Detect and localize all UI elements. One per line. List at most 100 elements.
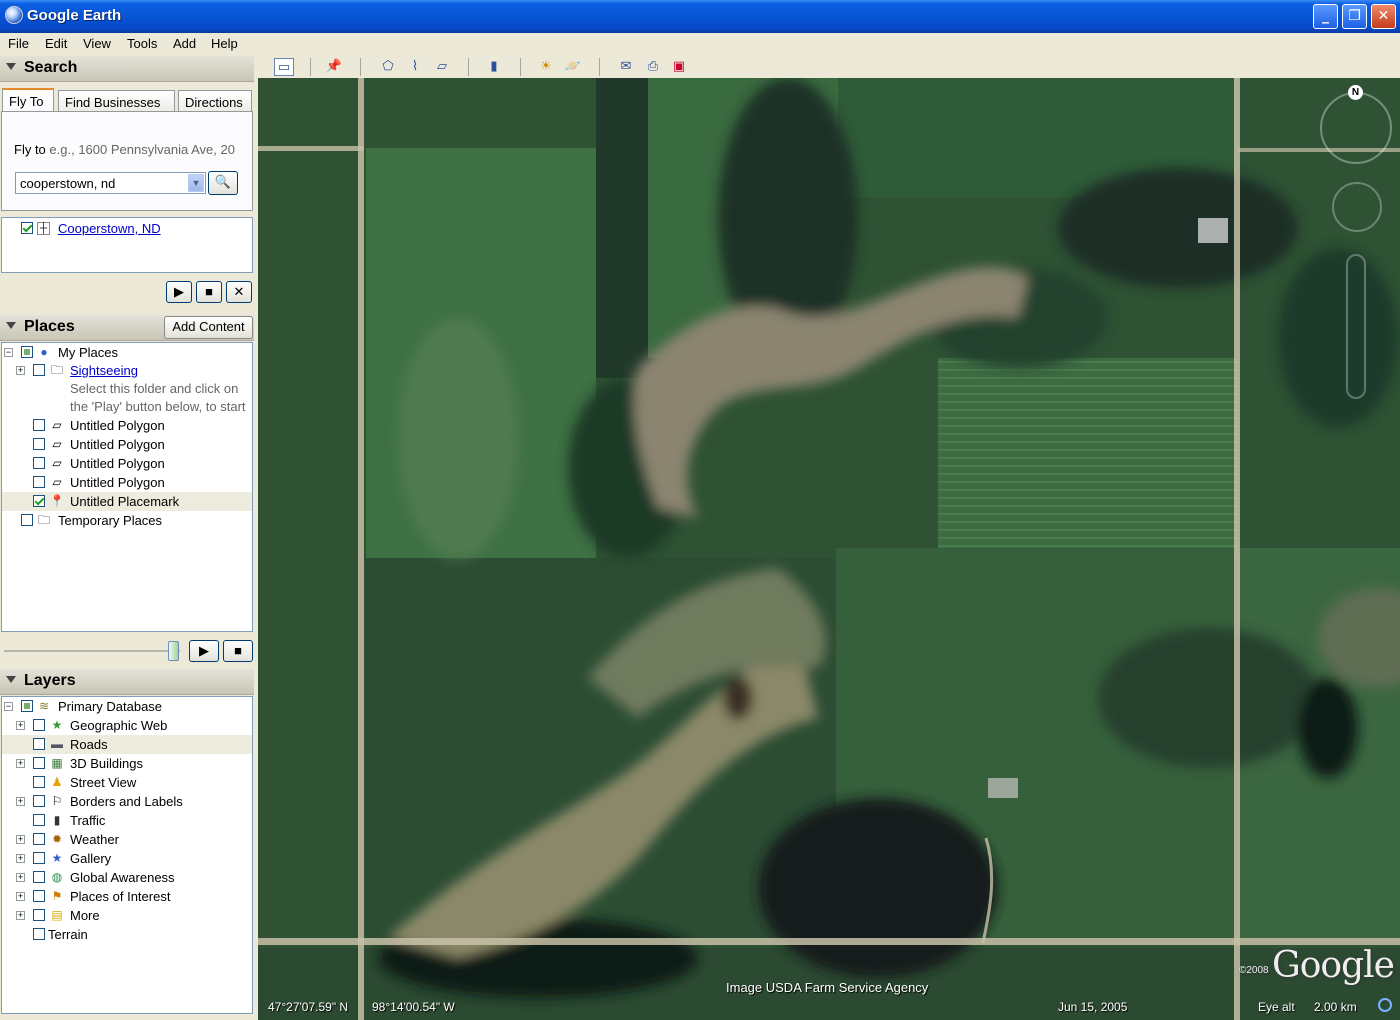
play-button[interactable]: ▶ [166,281,192,303]
sidebar-icon[interactable]: ▭ [274,58,294,76]
list-item[interactable]: 🗀 Temporary Places [2,511,252,530]
maximize-button[interactable]: ❐ [1342,4,1367,29]
list-item[interactable]: + ⚐ Borders and Labels [2,792,252,811]
email-icon[interactable]: ✉ [616,58,636,76]
list-item[interactable]: ┼ Cooperstown, ND [2,219,252,238]
pegman-icon: ♟ [51,775,63,789]
list-item[interactable]: + ▤ More [2,906,252,925]
polygon-icon[interactable]: ⬠ [378,58,398,76]
list-item[interactable]: + ✹ Weather [2,830,252,849]
search-icon: 🔍 [214,174,232,189]
placemark-icon[interactable]: 📌 [324,58,344,76]
compass-ring[interactable] [1320,92,1392,164]
add-content-button[interactable]: Add Content [164,316,253,339]
list-item[interactable]: 📍 Untitled Placemark [2,492,252,511]
tour-play-button[interactable]: ▶ [189,640,219,662]
folder-icon: 🗀 [50,363,63,377]
clear-button[interactable]: ✕ [226,281,252,303]
list-item[interactable]: − ≋ Primary Database [2,697,252,716]
fly-to-pane: Fly to e.g., 1600 Pennsylvania Ave, 20 c… [1,111,253,211]
poi-flag-icon: ⚑ [51,889,63,903]
traffic-light-icon: ▮ [53,813,61,827]
gallery-star-icon: ★ [51,851,63,865]
dropdown-arrow-icon[interactable]: ▼ [188,174,204,192]
search-button[interactable]: 🔍 [208,171,238,195]
zoom-slider[interactable] [1346,254,1366,399]
title-bar: Google Earth _ ❐ ✕ [0,0,1400,33]
status-bar: 47°27'07.59" N 98°14'00.54" W Jun 15, 20… [258,998,1400,1016]
globe-icon: ◍ [51,870,63,884]
fly-to-label: Fly to [14,142,46,157]
list-item[interactable]: ▮ Traffic [2,811,252,830]
list-item[interactable]: − ● My Places [2,343,252,362]
buildings-icon: ▦ [51,756,63,770]
google-earth-logo-icon [5,6,23,24]
list-item[interactable]: + ⚑ Places of Interest [2,887,252,906]
menu-add[interactable]: Add [173,36,196,51]
list-item[interactable]: ▱ Untitled Polygon [2,416,252,435]
list-item[interactable]: + ★ Geographic Web [2,716,252,735]
collapse-arrow-icon [6,322,16,329]
list-item[interactable]: ▱ Untitled Polygon [2,435,252,454]
image-overlay-icon[interactable]: ▱ [432,58,452,76]
flag-icon: ⚐ [51,794,63,808]
minimize-button[interactable]: _ [1313,4,1338,29]
path-icon[interactable]: ⌇ [405,58,425,76]
longitude: 98°14'00.54" W [372,1000,455,1014]
stop-button[interactable]: ■ [196,281,222,303]
satellite-imagery [258,78,1400,1020]
list-item[interactable]: ▱ Untitled Polygon [2,473,252,492]
look-joystick[interactable] [1332,182,1382,232]
eye-alt-label: Eye alt [1258,1000,1295,1014]
map-view[interactable]: N [258,78,1400,1020]
list-item: Select this folder and click on [70,381,239,396]
places-tree: − ● My Places + 🗀 Sightseeing Select thi… [1,342,253,632]
search-panel-header[interactable]: Search [0,56,254,82]
close-button[interactable]: ✕ [1371,4,1396,29]
search-results: ┼ Cooperstown, ND [1,217,253,273]
collapse-arrow-icon [6,676,16,683]
list-item[interactable]: ▬ Roads [2,735,252,754]
placemark-icon: 📍 [49,494,65,508]
window-title: Google Earth [27,7,122,24]
polygon-icon: ▱ [52,437,62,451]
places-panel-header[interactable]: Places Add Content [0,315,254,341]
road-icon: ▬ [51,737,63,751]
list-item: the 'Play' button below, to start [70,399,246,414]
list-item[interactable]: + ▦ 3D Buildings [2,754,252,773]
sun-icon[interactable]: ☀ [536,58,556,76]
list-item[interactable]: + ◍ Global Awareness [2,868,252,887]
tab-directions[interactable]: Directions [178,90,252,112]
planets-icon[interactable]: 🪐 [563,58,583,76]
fly-to-hint: e.g., 1600 Pennsylvania Ave, 20 [49,142,235,157]
folder-icon: ▤ [51,908,63,922]
polygon-icon: ▱ [52,475,62,489]
polygon-icon: ▱ [52,418,62,432]
menu-help[interactable]: Help [211,36,238,51]
tour-stop-button[interactable]: ■ [223,640,253,662]
tour-slider-track[interactable] [4,650,180,652]
list-item[interactable]: ♟ Street View [2,773,252,792]
north-indicator[interactable]: N [1348,85,1363,100]
menu-file[interactable]: File [8,36,29,51]
tab-find-businesses[interactable]: Find Businesses [58,90,175,112]
print-icon[interactable]: ⎙ [643,58,663,76]
list-item[interactable]: Terrain [2,925,252,944]
tour-slider-thumb[interactable] [168,641,179,661]
list-item[interactable]: ▱ Untitled Polygon [2,454,252,473]
layers-panel-header[interactable]: Layers [0,669,254,695]
menu-edit[interactable]: Edit [45,36,67,51]
search-input[interactable]: cooperstown, nd ▼ [15,172,206,194]
menu-bar: File Edit View Tools Add Help [0,33,1400,55]
imagery-credit: Image USDA Farm Service Agency [726,980,929,995]
view-in-maps-icon[interactable]: ▣ [669,58,689,76]
search-tabs: Fly To Find Businesses Directions [0,88,254,113]
ruler-icon[interactable]: ▮ [484,58,504,76]
list-item[interactable]: + 🗀 Sightseeing [2,361,252,380]
menu-tools[interactable]: Tools [127,36,157,51]
polygon-icon: ▱ [52,456,62,470]
result-checkbox[interactable] [21,222,33,234]
list-item[interactable]: + ★ Gallery [2,849,252,868]
menu-view[interactable]: View [83,36,111,51]
tab-fly-to[interactable]: Fly To [2,88,54,113]
